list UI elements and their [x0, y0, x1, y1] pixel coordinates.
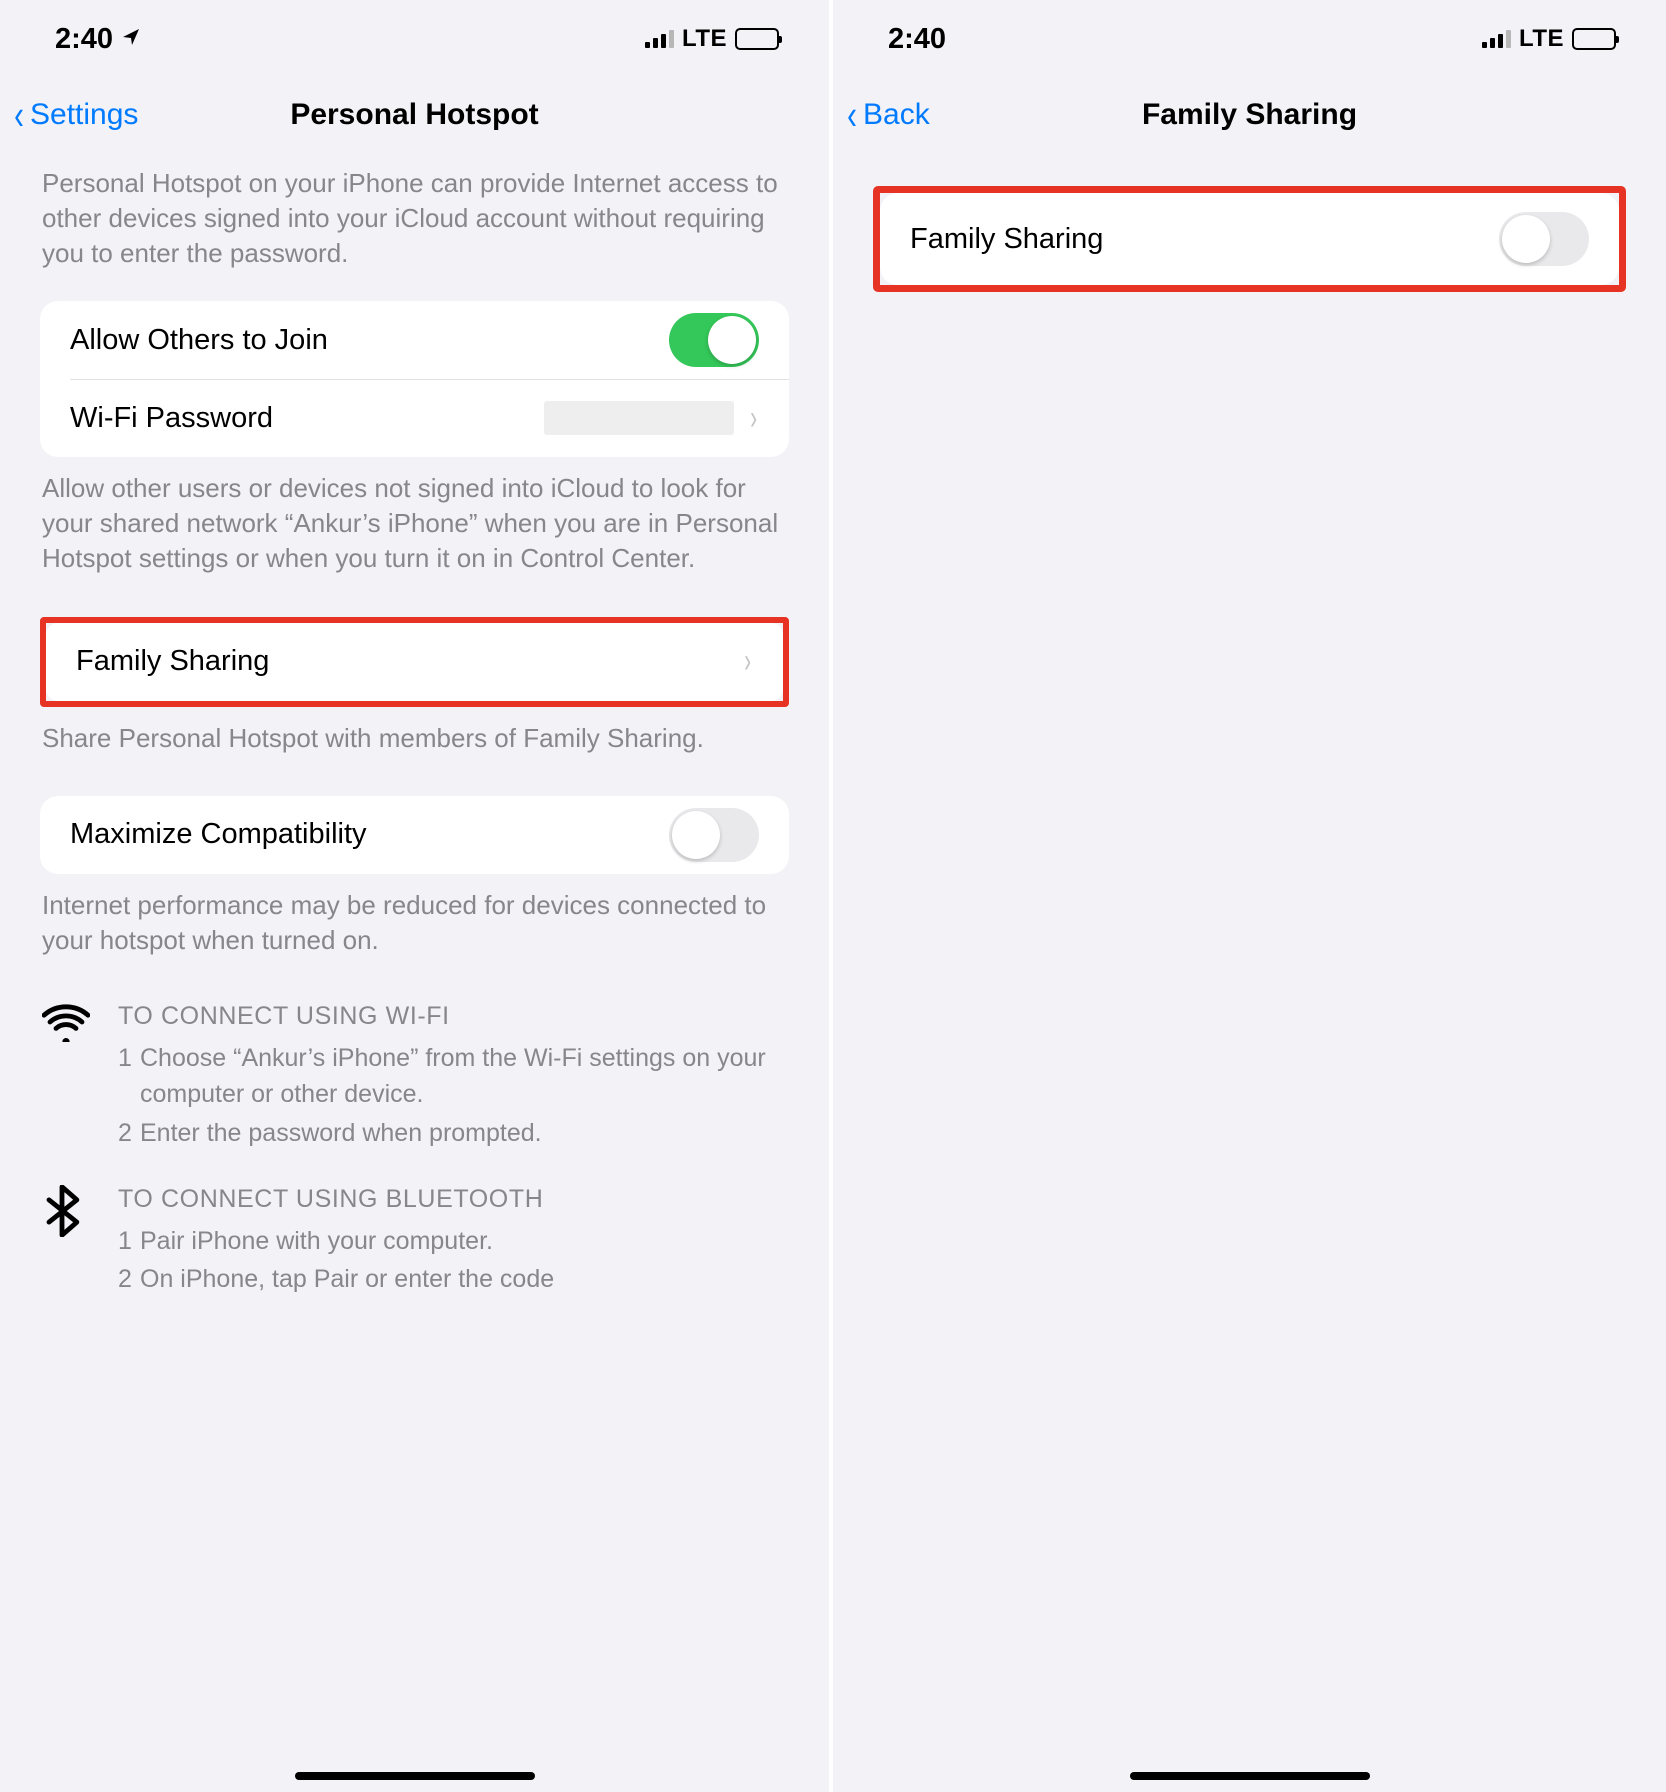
family-sharing-toggle[interactable]: [1499, 212, 1589, 266]
chevron-left-icon: ‹: [14, 94, 24, 136]
battery-icon: [735, 28, 779, 50]
navigation-bar: ‹ Back Family Sharing: [833, 78, 1666, 152]
chevron-left-icon: ‹: [847, 94, 857, 136]
maximize-footer: Internet performance may be reduced for …: [0, 874, 829, 998]
back-button[interactable]: ‹ Settings: [12, 94, 138, 136]
wifi-icon: [42, 998, 92, 1153]
page-title: Personal Hotspot: [290, 98, 538, 132]
cellular-signal-icon: [1482, 30, 1511, 48]
home-indicator[interactable]: [295, 1772, 535, 1780]
allow-others-row[interactable]: Allow Others to Join: [40, 301, 789, 379]
wifi-password-row[interactable]: Wi-Fi Password ›: [40, 379, 789, 457]
phone-screen-personal-hotspot: 2:40 LTE ‹ Settings Personal Hotspot Per…: [0, 0, 833, 1792]
network-type: LTE: [1519, 25, 1564, 53]
maximize-label: Maximize Compatibility: [70, 818, 367, 851]
wifi-password-value: [544, 401, 734, 435]
back-label: Settings: [30, 98, 138, 132]
family-sharing-label: Family Sharing: [76, 645, 269, 678]
back-button[interactable]: ‹ Back: [845, 94, 930, 136]
family-sharing-label: Family Sharing: [910, 223, 1103, 256]
chevron-right-icon: ›: [750, 399, 757, 438]
maximize-compatibility-row[interactable]: Maximize Compatibility: [40, 796, 789, 874]
family-sharing-footer: Share Personal Hotspot with members of F…: [0, 707, 829, 796]
chevron-right-icon: ›: [744, 642, 751, 681]
location-services-icon: [121, 22, 141, 55]
allow-others-toggle[interactable]: [669, 313, 759, 367]
status-time: 2:40: [888, 23, 946, 56]
cellular-signal-icon: [645, 30, 674, 48]
allow-others-label: Allow Others to Join: [70, 324, 328, 357]
family-sharing-row[interactable]: Family Sharing ›: [46, 623, 783, 701]
bluetooth-connect-heading: TO CONNECT USING BLUETOOTH: [118, 1181, 787, 1217]
back-label: Back: [863, 98, 930, 132]
family-sharing-toggle-row[interactable]: Family Sharing: [880, 193, 1619, 285]
battery-icon: [1572, 28, 1616, 50]
settings-group-maximize: Maximize Compatibility: [40, 796, 789, 874]
network-type: LTE: [682, 25, 727, 53]
settings-group-allow: Allow Others to Join Wi-Fi Password ›: [40, 301, 789, 457]
wifi-password-label: Wi-Fi Password: [70, 402, 273, 435]
allow-others-footer: Allow other users or devices not signed …: [0, 457, 829, 616]
status-bar: 2:40 LTE: [0, 0, 829, 78]
connect-bluetooth-section: TO CONNECT USING BLUETOOTH 1Pair iPhone …: [0, 1181, 829, 1300]
bt-step-1: Pair iPhone with your computer.: [140, 1223, 493, 1259]
intro-text: Personal Hotspot on your iPhone can prov…: [0, 152, 829, 301]
bluetooth-icon: [42, 1181, 92, 1300]
maximize-toggle[interactable]: [669, 808, 759, 862]
wifi-step-1: Choose “Ankur’s iPhone” from the Wi-Fi s…: [140, 1040, 787, 1113]
bt-step-2: On iPhone, tap Pair or enter the code: [140, 1261, 554, 1297]
family-sharing-highlight: Family Sharing: [873, 186, 1626, 292]
status-time: 2:40: [55, 23, 113, 56]
status-bar: 2:40 LTE: [833, 0, 1666, 78]
wifi-connect-heading: TO CONNECT USING WI-FI: [118, 998, 787, 1034]
navigation-bar: ‹ Settings Personal Hotspot: [0, 78, 829, 152]
phone-screen-family-sharing: 2:40 LTE ‹ Back Family Sharing Family Sh…: [833, 0, 1666, 1792]
home-indicator[interactable]: [1130, 1772, 1370, 1780]
family-sharing-highlight: Family Sharing ›: [40, 617, 789, 707]
connect-wifi-section: TO CONNECT USING WI-FI 1Choose “Ankur’s …: [0, 998, 829, 1153]
page-title: Family Sharing: [1142, 98, 1357, 132]
wifi-step-2: Enter the password when prompted.: [140, 1115, 542, 1151]
